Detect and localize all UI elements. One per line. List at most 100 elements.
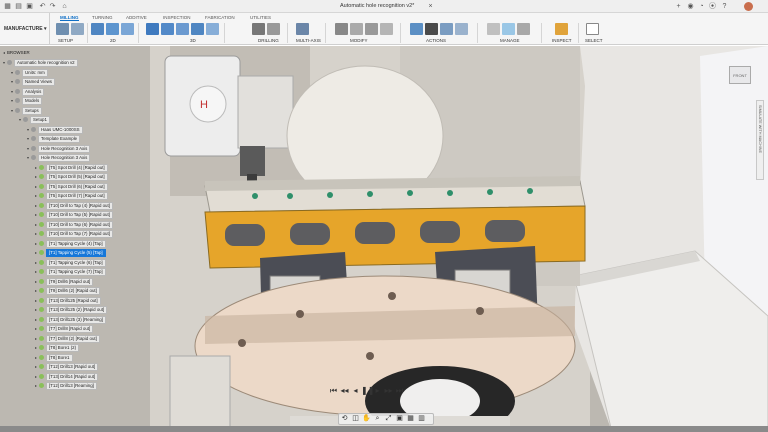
job-status-icon[interactable]: ◔ [697, 2, 706, 11]
browser-operation-item[interactable]: ▸ [T9] Drill6 [Rapid out] [35, 277, 94, 286]
tab-inspection[interactable]: INSPECTION [163, 15, 191, 20]
browser-tree-item[interactable]: ▾ Hole Recognition 3 Axis [27, 154, 91, 162]
setup-icon[interactable] [56, 23, 69, 35]
browser-operation-item[interactable]: ▸ [T10] Drill to Tap (7) [Rapid out] [35, 230, 113, 238]
browser-operation-item[interactable]: ▸ [T1] Tapping Cycle (7) [Tap] [35, 268, 106, 276]
browser-operation-item[interactable]: ▸ [T10] Drill to Tap (5) [Rapid out] [35, 211, 113, 219]
simulate-icon[interactable] [410, 23, 423, 35]
save-icon[interactable]: ▣ [25, 2, 34, 11]
steep-shallow-icon[interactable] [176, 23, 189, 35]
drill-icon[interactable] [252, 23, 265, 35]
browser-operation-item[interactable]: ▸ [T13] Drill14 [Rapid out] [35, 372, 99, 381]
pocket-clearing-3d-icon[interactable] [161, 23, 174, 35]
go-to-end-icon[interactable]: ⏭ [394, 386, 405, 396]
tab-turning[interactable]: TURNING [92, 15, 113, 20]
browser-operation-item[interactable]: ▸ [T12] Drill13 [Rapid out] [35, 363, 99, 371]
adaptive-clearing-2d-icon[interactable] [91, 23, 104, 35]
setup-sheet-icon[interactable] [440, 23, 453, 35]
generate-icon[interactable] [455, 23, 468, 35]
browser-operation-item[interactable]: ▸ [T5] Spot Drill (6) [Rapid out] [35, 182, 108, 191]
group-3d[interactable]: 3D [190, 38, 196, 43]
select-icon[interactable] [586, 23, 599, 35]
adaptive-clearing-3d-icon[interactable] [146, 23, 159, 35]
avatar[interactable] [744, 2, 753, 11]
go-to-start-icon[interactable]: ⏮ [328, 386, 339, 396]
undo-icon[interactable]: ↶ [38, 2, 47, 11]
browser-operation-item[interactable]: ▸ [T12] Drill13 [Reaming] [35, 382, 97, 390]
group-select[interactable]: SELECT [585, 38, 603, 43]
group-modify[interactable]: MODIFY [350, 38, 368, 43]
file-icon[interactable]: ▤ [14, 2, 23, 11]
browser-operation-item[interactable]: ▸ [T7] Drill8 (2) [Rapid out] [35, 334, 100, 343]
tool-library-icon[interactable] [487, 23, 500, 35]
browser-operation-item[interactable]: ▸ [T8] Bore1 (2) [35, 344, 80, 352]
group-multi-axis[interactable]: MULTI-AXIS [296, 38, 321, 43]
browser-operation-item[interactable]: ▸ [T5] Spot Drill (7) [Rapid out] [35, 192, 108, 200]
scallop-icon[interactable] [191, 23, 204, 35]
group-2d[interactable]: 2D [110, 38, 116, 43]
group-setup[interactable]: SETUP [58, 38, 73, 43]
template-library-icon[interactable] [502, 23, 515, 35]
browser-operation-item[interactable]: ▸ [T8] Bore1 [35, 353, 73, 362]
browser-operation-item[interactable]: ▸ [T1] Tapping Cycle (4) [Tap] [35, 239, 106, 248]
hole-recognition-icon[interactable] [267, 23, 280, 35]
pan-icon[interactable]: ✋ [361, 414, 372, 424]
browser-operation-item[interactable]: ▸ [T1] Tapping Cycle (5) [Tap] [35, 249, 106, 257]
machine-library-icon[interactable] [517, 23, 530, 35]
browser-tree-item[interactable]: ▾ Analysis [11, 87, 45, 96]
browser-operation-item[interactable]: ▸ [T9] Drill6 (2) [Rapid out] [35, 287, 100, 295]
browser-tree-item[interactable]: ▾ Units: mm [11, 68, 48, 77]
group-drilling[interactable]: DRILLING [258, 38, 279, 43]
fill-holes-icon[interactable] [365, 23, 378, 35]
split-icon[interactable] [380, 23, 393, 35]
browser-operation-item[interactable]: ▸ [T13] Drill125 [Rapid out] [35, 296, 101, 305]
new-tab-icon[interactable]: + [674, 2, 683, 11]
browser-operation-item[interactable]: ▸ [T1] Tapping Cycle (6) [Tap] [35, 258, 106, 267]
browser-tree-item[interactable]: ▾ Hole Recognition 3 Axis [27, 144, 91, 153]
zoom-icon[interactable]: ⌕ [372, 414, 383, 424]
viewcube-face-label[interactable]: FRONT [729, 66, 751, 84]
flow-icon[interactable] [206, 23, 219, 35]
display-settings-icon[interactable]: ▣ [394, 414, 405, 424]
browser-operation-item[interactable]: ▸ [T10] Drill to Tap (4) [Rapid out] [35, 201, 113, 210]
post-process-icon[interactable] [425, 23, 438, 35]
browser-operation-item[interactable]: ▸ [T7] Drill8 [Rapid out] [35, 325, 94, 333]
close-tab-icon[interactable]: × [426, 2, 435, 11]
browser-tree-item[interactable]: ▾ Template Example [27, 135, 81, 143]
app-menu-icon[interactable]: ▦ [3, 2, 12, 11]
home-icon[interactable]: ⌂ [60, 2, 69, 11]
contour-2d-icon[interactable] [121, 23, 134, 35]
look-at-icon[interactable]: ◫ [350, 414, 361, 424]
tab-fabrication[interactable]: FABRICATION [205, 15, 235, 20]
step-back-icon[interactable]: ◂ [350, 386, 361, 395]
step-forward-icon[interactable]: ▸ [372, 386, 383, 395]
redo-icon[interactable]: ↷ [48, 2, 57, 11]
browser-tree-item[interactable]: ▾ Setups [11, 106, 42, 115]
help-icon[interactable]: ? [720, 2, 729, 11]
browser-tree-item[interactable]: ▾ Setup1 [19, 116, 50, 124]
grid-settings-icon[interactable]: ▦ [405, 414, 416, 424]
multi-axis-icon[interactable] [296, 23, 309, 35]
previous-icon[interactable]: ◂◂ [339, 386, 350, 395]
tab-additive[interactable]: ADDITIVE [126, 15, 147, 20]
browser-operation-item[interactable]: ▸ [T13] Drill125 (3) [Reaming] [35, 315, 106, 324]
browser-tree-item[interactable]: ▾ Named Views [11, 78, 56, 86]
fit-icon[interactable]: ⤢ [383, 414, 394, 424]
tab-milling[interactable]: MILLING [60, 15, 79, 21]
group-inspect[interactable]: INSPECT [552, 38, 572, 43]
pocket-2d-icon[interactable] [106, 23, 119, 35]
align-icon[interactable] [350, 23, 363, 35]
pause-icon[interactable]: ❚❚ [361, 386, 374, 395]
browser-operation-item[interactable]: ▸ [T5] Spot Drill (4) [Rapid out] [35, 163, 108, 172]
extensions-icon[interactable]: ◉ [686, 2, 695, 11]
browser-operation-item[interactable]: ▸ [T13] Drill125 (2) [Rapid out] [35, 306, 108, 314]
setup-sheet-icon[interactable] [71, 23, 84, 35]
move-icon[interactable] [335, 23, 348, 35]
browser-tree-item[interactable]: ▾ Haas UMC-1000SS [27, 125, 83, 134]
group-actions[interactable]: ACTIONS [426, 38, 446, 43]
measure-icon[interactable] [555, 23, 568, 35]
workspace-switcher[interactable]: MANUFACTURE ▾ [0, 13, 50, 45]
tab-utilities[interactable]: UTILITIES [250, 15, 271, 20]
browser-header[interactable]: ◂ BROWSER [3, 49, 30, 57]
simulate-side-panel[interactable]: SIMULATE WITH MACHINE [756, 100, 764, 180]
